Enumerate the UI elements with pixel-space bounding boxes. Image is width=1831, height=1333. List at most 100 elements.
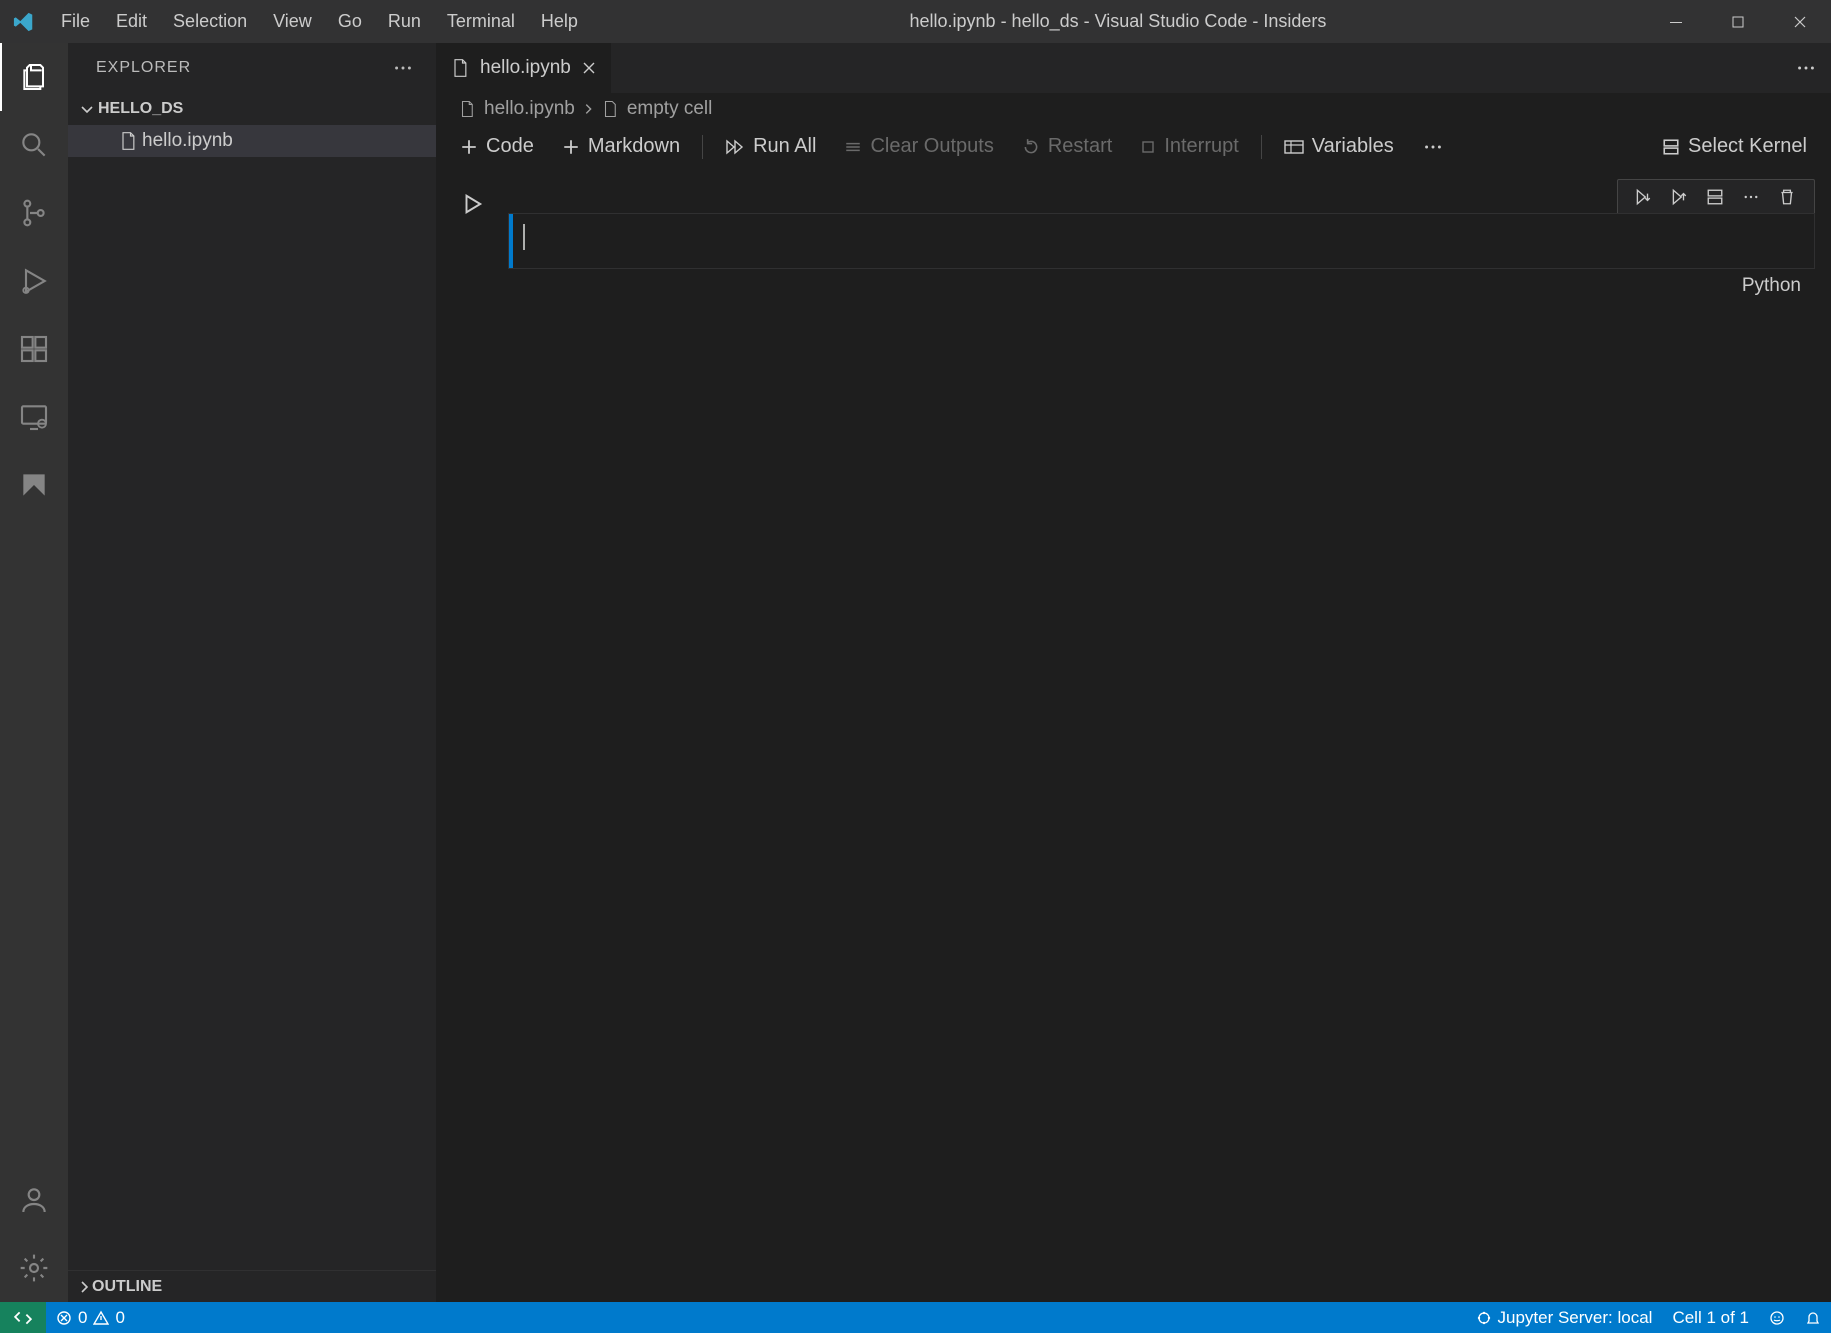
notifications-icon[interactable] — [1795, 1302, 1831, 1333]
select-kernel-button[interactable]: Select Kernel — [1650, 129, 1819, 165]
activity-bar — [0, 43, 68, 1302]
menu-selection[interactable]: Selection — [160, 0, 260, 43]
tab-label: hello.ipynb — [480, 57, 571, 79]
restart-label: Restart — [1048, 135, 1112, 158]
activity-remote-explorer[interactable] — [0, 383, 68, 451]
menu-file[interactable]: File — [48, 0, 103, 43]
activity-run-debug[interactable] — [0, 247, 68, 315]
plus-icon — [460, 138, 478, 156]
warning-count: 0 — [115, 1308, 124, 1328]
chevron-right-icon — [581, 102, 595, 116]
breadcrumb-cell[interactable]: empty cell — [601, 98, 713, 120]
toolbar-divider — [702, 135, 703, 159]
cell-position-status[interactable]: Cell 1 of 1 — [1662, 1302, 1759, 1333]
text-cursor — [523, 224, 525, 250]
warning-icon — [93, 1310, 109, 1326]
file-icon — [114, 131, 142, 151]
folder-header[interactable]: HELLO_DS — [68, 93, 436, 125]
add-code-label: Code — [486, 135, 534, 158]
remote-indicator[interactable] — [0, 1302, 46, 1333]
run-by-line-icon[interactable] — [1630, 188, 1656, 206]
notebook-body: Python — [436, 169, 1831, 1302]
clear-icon — [844, 138, 862, 156]
breadcrumb-cell-label: empty cell — [627, 98, 713, 120]
cell-icon — [601, 100, 619, 118]
problems-status[interactable]: 0 0 — [46, 1302, 135, 1333]
toolbar-more-icon[interactable] — [1410, 129, 1456, 165]
menu-run[interactable]: Run — [375, 0, 434, 43]
file-name: hello.ipynb — [142, 130, 233, 152]
menu-edit[interactable]: Edit — [103, 0, 160, 43]
notebook-toolbar: Code Markdown Run All Clear Outputs Rest… — [436, 125, 1831, 169]
menu-go[interactable]: Go — [325, 0, 375, 43]
outline-label: OUTLINE — [92, 1278, 162, 1296]
cell-more-icon[interactable] — [1738, 188, 1764, 206]
maximize-button[interactable] — [1707, 0, 1769, 43]
editor-tabs: hello.ipynb — [436, 43, 1831, 93]
select-kernel-label: Select Kernel — [1688, 135, 1807, 158]
activity-explorer[interactable] — [0, 43, 68, 111]
editor-more-icon[interactable] — [1781, 43, 1831, 93]
server-icon — [1476, 1310, 1492, 1326]
delete-cell-icon[interactable] — [1774, 188, 1800, 206]
run-all-label: Run All — [753, 135, 816, 158]
editor-area: hello.ipynb hello.ipynb empty cell Code — [436, 43, 1831, 1302]
add-code-cell-button[interactable]: Code — [448, 129, 546, 165]
menu-bar: File Edit Selection View Go Run Terminal… — [48, 0, 591, 43]
stop-icon — [1140, 139, 1156, 155]
explorer-more-icon[interactable] — [392, 57, 414, 79]
interrupt-button[interactable]: Interrupt — [1128, 129, 1250, 165]
folder-name: HELLO_DS — [98, 100, 183, 118]
clear-outputs-label: Clear Outputs — [870, 135, 993, 158]
breadcrumb-file-label: hello.ipynb — [484, 98, 575, 120]
menu-help[interactable]: Help — [528, 0, 591, 43]
run-all-button[interactable]: Run All — [713, 129, 828, 165]
vscode-logo-icon — [0, 11, 48, 33]
breadcrumb: hello.ipynb empty cell — [436, 93, 1831, 125]
execute-above-icon[interactable] — [1666, 188, 1692, 206]
file-icon — [450, 58, 470, 78]
cell-code-editor[interactable] — [508, 213, 1815, 269]
plus-icon — [562, 138, 580, 156]
file-tree-item[interactable]: hello.ipynb — [68, 125, 436, 157]
interrupt-label: Interrupt — [1164, 135, 1238, 158]
jupyter-server-label: Jupyter Server: local — [1498, 1308, 1653, 1328]
explorer-title: EXPLORER — [96, 59, 191, 77]
title-bar: File Edit Selection View Go Run Terminal… — [0, 0, 1831, 43]
editor-tab[interactable]: hello.ipynb — [436, 43, 612, 93]
explorer-sidebar: EXPLORER HELLO_DS hello.ipynb OUTLINE — [68, 43, 436, 1302]
file-tree: hello.ipynb — [68, 125, 436, 1270]
chevron-right-icon — [76, 1279, 92, 1295]
breadcrumb-file[interactable]: hello.ipynb — [458, 98, 575, 120]
server-icon — [1662, 138, 1680, 156]
activity-extensions[interactable] — [0, 315, 68, 383]
variables-button[interactable]: Variables — [1272, 129, 1406, 165]
feedback-icon[interactable] — [1759, 1302, 1795, 1333]
activity-accounts[interactable] — [0, 1166, 68, 1234]
activity-source-control[interactable] — [0, 179, 68, 247]
activity-search[interactable] — [0, 111, 68, 179]
split-cell-icon[interactable] — [1702, 188, 1728, 206]
chevron-down-icon — [76, 101, 98, 117]
menu-terminal[interactable]: Terminal — [434, 0, 528, 43]
error-icon — [56, 1310, 72, 1326]
jupyter-server-status[interactable]: Jupyter Server: local — [1466, 1302, 1663, 1333]
minimize-button[interactable] — [1645, 0, 1707, 43]
outline-header[interactable]: OUTLINE — [68, 1270, 436, 1302]
notebook-cell: Python — [436, 179, 1831, 297]
close-button[interactable] — [1769, 0, 1831, 43]
activity-bookmark[interactable] — [0, 451, 68, 519]
add-markdown-cell-button[interactable]: Markdown — [550, 129, 692, 165]
cell-toolbar — [1617, 179, 1815, 213]
menu-view[interactable]: View — [260, 0, 325, 43]
cell-language-label[interactable]: Python — [1742, 275, 1801, 297]
activity-settings[interactable] — [0, 1234, 68, 1302]
file-icon — [458, 100, 476, 118]
variables-icon — [1284, 138, 1304, 156]
toolbar-divider — [1261, 135, 1262, 159]
close-icon[interactable] — [581, 60, 597, 76]
cell-position-label: Cell 1 of 1 — [1672, 1308, 1749, 1328]
run-cell-button[interactable] — [461, 193, 483, 297]
clear-outputs-button[interactable]: Clear Outputs — [832, 129, 1005, 165]
restart-button[interactable]: Restart — [1010, 129, 1124, 165]
